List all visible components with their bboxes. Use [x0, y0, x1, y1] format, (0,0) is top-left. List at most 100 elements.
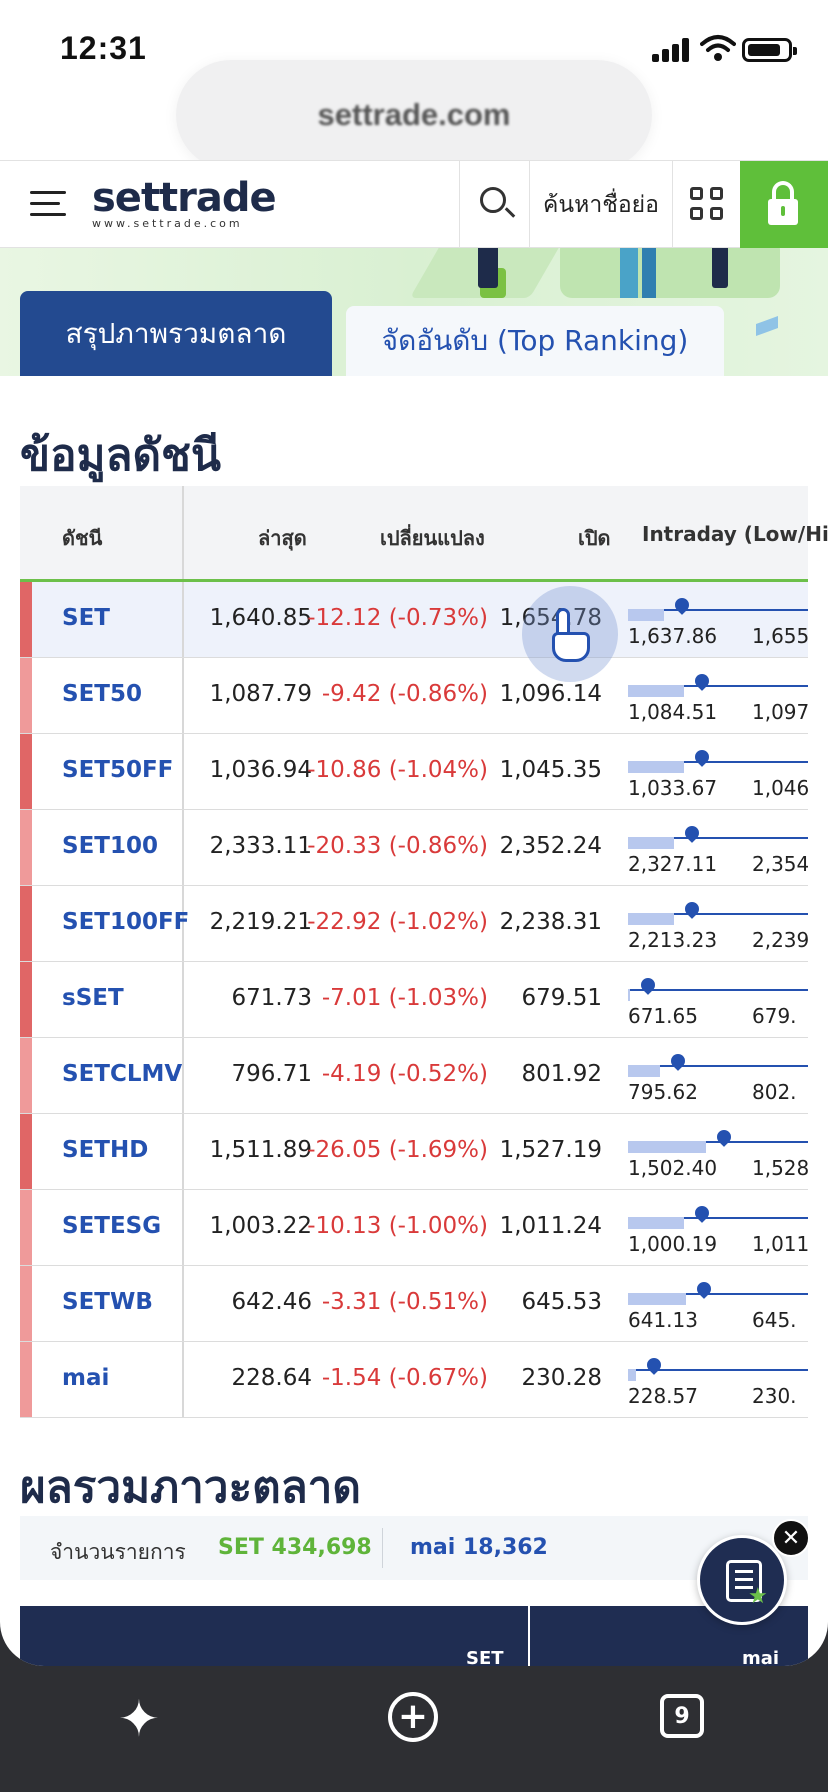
open-value: 801.92 — [521, 1061, 602, 1087]
table-header: ดัชนี ล่าสุด เปลี่ยนแปลง เปิด Intraday (… — [20, 486, 828, 582]
settrade-logo[interactable]: settrade www.settrade.com — [92, 175, 277, 230]
open-value: 1,096.14 — [499, 681, 602, 707]
last-value: 1,087.79 — [209, 681, 312, 707]
star-icon: ★ — [748, 1584, 768, 1609]
open-value: 645.53 — [521, 1289, 602, 1315]
index-name-link[interactable]: sSET — [62, 985, 124, 1011]
symbol-search-field[interactable]: ค้นหาชื่อย่อ — [530, 161, 672, 249]
floating-watchlist-button[interactable]: ★ — [697, 1535, 787, 1625]
intraday-high: 2,354. — [752, 852, 808, 876]
intraday-fill — [628, 1369, 636, 1381]
table-row[interactable]: SETHD 1,511.89 -26.05 (-1.69%) 1,527.19 1,50… — [20, 1114, 808, 1190]
tab-top-ranking[interactable]: จัดอันดับ (Top Ranking) — [346, 306, 724, 376]
table-row[interactable]: sSET 671.73 -7.01 (-1.03%) 679.51 671.65 679. — [20, 962, 808, 1038]
intraday-high: 1,655. — [752, 624, 808, 648]
intraday-range: 1,502.40 1,528. — [628, 1124, 808, 1184]
open-value: 679.51 — [521, 985, 602, 1011]
intraday-range: 671.65 679. — [628, 972, 808, 1032]
open-value: 2,352.24 — [499, 833, 602, 859]
col-set: SET — [466, 1648, 504, 1666]
last-value: 1,511.89 — [209, 1137, 312, 1163]
trend-indicator-bar — [20, 810, 32, 885]
index-name-link[interactable]: SET — [62, 605, 110, 631]
open-value: 1,527.19 — [499, 1137, 602, 1163]
last-value: 796.71 — [231, 1061, 312, 1087]
intraday-range: 228.57 230. — [628, 1352, 808, 1412]
index-name-link[interactable]: SETWB — [62, 1289, 153, 1315]
change-value: -10.13 (-1.00%) — [307, 1213, 488, 1239]
tab-market-overview[interactable]: สรุปภาพรวมตลาด — [20, 291, 332, 376]
wifi-icon — [700, 35, 736, 61]
table-row[interactable]: SETWB 642.46 -3.31 (-0.51%) 645.53 641.13 645… — [20, 1266, 808, 1342]
intraday-fill — [628, 761, 684, 773]
index-name-link[interactable]: SET100 — [62, 833, 158, 859]
current-price-marker — [692, 1203, 712, 1223]
apps-grid-icon[interactable] — [672, 161, 740, 249]
menu-icon[interactable] — [30, 189, 66, 219]
url-text: settrade.com — [317, 97, 511, 132]
table-row[interactable]: SETESG 1,003.22 -10.13 (-1.00%) 1,011.24 1,0… — [20, 1190, 808, 1266]
close-icon[interactable]: ✕ — [772, 1519, 810, 1557]
intraday-low: 671.65 — [628, 1004, 698, 1028]
trend-indicator-bar — [20, 582, 32, 657]
last-value: 228.64 — [231, 1365, 312, 1391]
last-value: 642.46 — [231, 1289, 312, 1315]
count-label: จำนวนรายการ — [50, 1540, 186, 1564]
index-name-link[interactable]: SET50 — [62, 681, 142, 707]
change-value: -10.86 (-1.04%) — [307, 757, 488, 783]
sparkle-icon[interactable]: ✦ — [118, 1690, 160, 1748]
col-mai: mai — [742, 1648, 780, 1666]
intraday-fill — [628, 1065, 660, 1077]
index-name-link[interactable]: SETHD — [62, 1137, 148, 1163]
last-value: 671.73 — [231, 985, 312, 1011]
intraday-low: 1,033.67 — [628, 776, 718, 800]
summary-table-header: SET mai — [20, 1606, 808, 1666]
index-name-link[interactable]: SETCLMV — [62, 1061, 182, 1087]
table-row[interactable]: SET100 2,333.11 -20.33 (-0.86%) 2,352.24 2,3… — [20, 810, 808, 886]
intraday-high: 1,097. — [752, 700, 808, 724]
intraday-low: 2,327.11 — [628, 852, 718, 876]
login-lock-button[interactable] — [740, 161, 828, 249]
table-row[interactable]: SET50 1,087.79 -9.42 (-0.86%) 1,096.14 1,084… — [20, 658, 808, 734]
change-value: -1.54 (-0.67%) — [321, 1365, 488, 1391]
mai-count: mai 18,362 — [410, 1535, 548, 1560]
trend-indicator-bar — [20, 1190, 32, 1265]
index-name-link[interactable]: SET100FF — [62, 909, 189, 935]
table-row[interactable]: SETCLMV 796.71 -4.19 (-0.52%) 801.92 795.62 8… — [20, 1038, 808, 1114]
index-section-title: ข้อมูลดัชนี — [20, 430, 221, 481]
trend-indicator-bar — [20, 1342, 32, 1417]
current-price-marker — [692, 747, 712, 767]
status-time: 12:31 — [60, 30, 147, 66]
change-value: -3.31 (-0.51%) — [321, 1289, 488, 1315]
intraday-low: 641.13 — [628, 1308, 698, 1332]
intraday-range: 641.13 645. — [628, 1276, 808, 1336]
trend-indicator-bar — [20, 886, 32, 961]
intraday-fill — [628, 989, 630, 1001]
table-row[interactable]: SET100FF 2,219.21 -22.92 (-1.02%) 2,238.31 2… — [20, 886, 808, 962]
current-price-marker — [644, 1355, 664, 1375]
trend-indicator-bar — [20, 1038, 32, 1113]
illustration-person — [478, 248, 498, 288]
intraday-range: 2,327.11 2,354. — [628, 820, 808, 880]
table-row[interactable]: mai 228.64 -1.54 (-0.67%) 230.28 228.57 230. — [20, 1342, 808, 1418]
index-name-link[interactable]: SET50FF — [62, 757, 173, 783]
intraday-fill — [628, 1217, 684, 1229]
new-tab-button[interactable]: + — [388, 1692, 438, 1742]
intraday-low: 1,084.51 — [628, 700, 718, 724]
intraday-fill — [628, 837, 674, 849]
search-button[interactable] — [460, 161, 530, 249]
logo-wordmark: settrade — [92, 175, 277, 221]
set-count: SET 434,698 — [218, 1535, 372, 1560]
illustration-cube — [756, 315, 778, 337]
site-header: settrade www.settrade.com ค้นหาชื่อย่อ — [0, 160, 828, 249]
intraday-fill — [628, 1141, 706, 1153]
index-name-link[interactable]: SETESG — [62, 1213, 161, 1239]
tabs-button[interactable]: 9 — [660, 1694, 704, 1738]
trend-indicator-bar — [20, 962, 32, 1037]
current-price-marker — [682, 899, 702, 919]
index-name-link[interactable]: mai — [62, 1365, 109, 1391]
table-row[interactable]: SET 1,640.85 -12.12 (-0.73%) 1,654.78 1,637.… — [20, 582, 808, 658]
current-price-marker — [694, 1279, 714, 1299]
table-row[interactable]: SET50FF 1,036.94 -10.86 (-1.04%) 1,045.35 1,… — [20, 734, 808, 810]
url-bar[interactable]: settrade.com — [176, 60, 652, 170]
